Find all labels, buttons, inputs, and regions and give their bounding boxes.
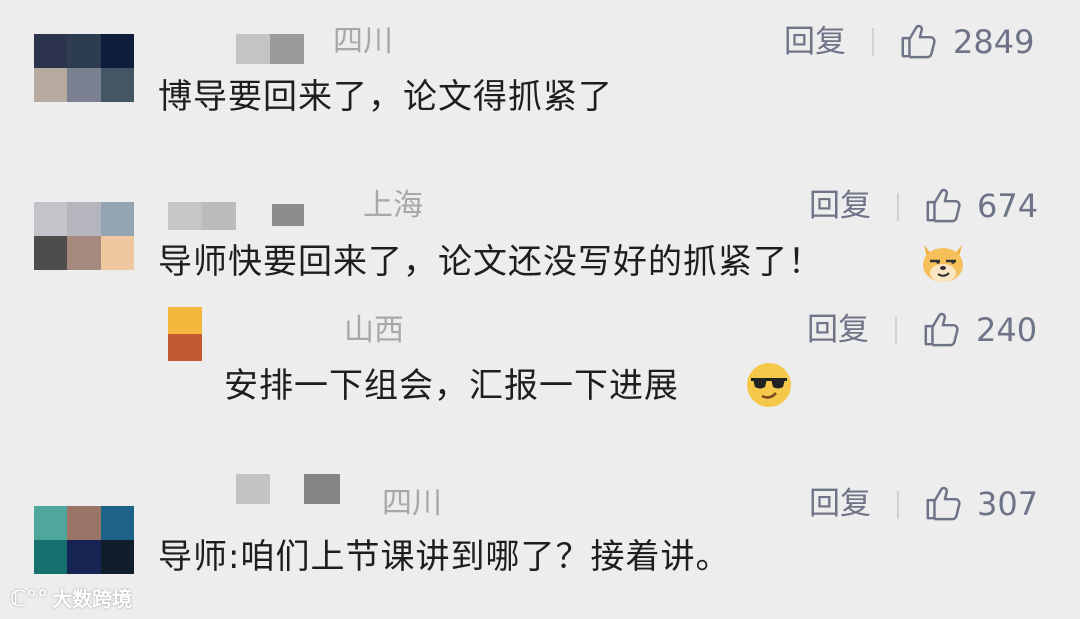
avatar-pixel bbox=[34, 540, 68, 574]
avatar-pixel bbox=[100, 506, 134, 540]
watermark-text: 大数跨境 bbox=[52, 587, 133, 611]
avatar-pixel bbox=[67, 506, 101, 540]
comment-text: 导师:咱们上节课讲到哪了？接着讲。 bbox=[158, 537, 731, 577]
username-blurred[interactable] bbox=[236, 474, 340, 504]
location-label: 四川 bbox=[382, 486, 442, 521]
reply-button[interactable]: 回复 bbox=[809, 486, 871, 522]
thumbs-up-icon[interactable] bbox=[924, 484, 962, 522]
like-count: 307 bbox=[977, 485, 1039, 523]
avatar[interactable] bbox=[34, 506, 134, 574]
avatar-pixel bbox=[34, 506, 68, 540]
comment-item: 四川 回复 307 导师:咱们上节课讲到哪了？接着讲。 bbox=[0, 0, 1080, 590]
avatar-pixel bbox=[100, 540, 134, 574]
watermark: ℂ°° 大数跨境 bbox=[10, 584, 132, 615]
divider bbox=[897, 491, 899, 519]
avatar-pixel bbox=[67, 540, 101, 574]
cat-paw-logo-icon: ℂ°° bbox=[10, 587, 49, 612]
